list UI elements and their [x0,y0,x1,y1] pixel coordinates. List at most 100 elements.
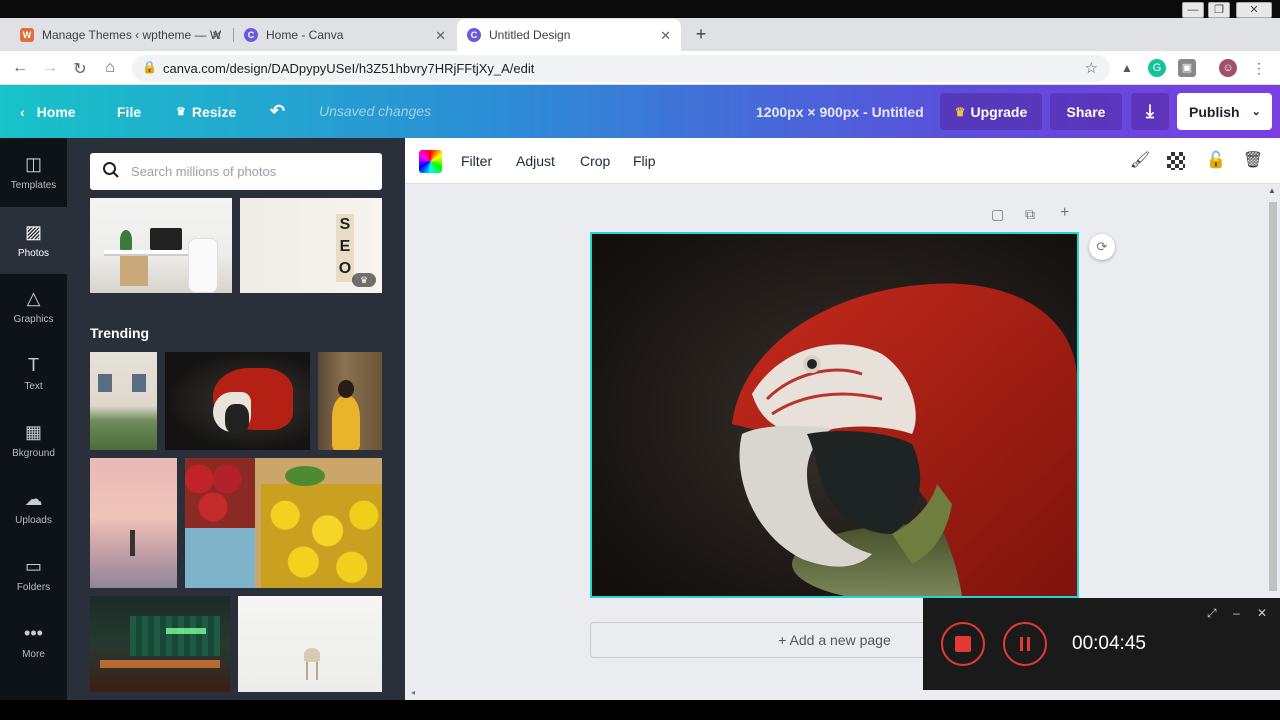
adjust-button[interactable]: Adjust [516,153,555,169]
sidebar-item-label: Text [24,380,43,392]
download-icon[interactable]: ⤓ [1131,93,1169,130]
trending-heading: Trending [90,325,150,341]
tab-title: Home - Canva [266,28,344,42]
chevron-left-icon: ‹ [20,103,25,120]
crop-button[interactable]: Crop [580,153,610,169]
tab-untitled-design[interactable]: C Untitled Design ✕ [457,19,681,51]
crown-icon: ♛ [176,106,186,118]
home-button[interactable]: ‹ Home [20,85,76,138]
rotate-icon[interactable]: ⟳ [1089,234,1115,260]
trash-icon[interactable]: 🗑 [1242,150,1264,172]
photo-thumbnail-woman[interactable] [318,352,382,450]
scroll-left-icon[interactable]: ◂ [411,688,415,697]
new-tab-button[interactable]: + [690,23,712,45]
file-label: File [117,103,142,120]
text-icon: T [28,354,39,375]
photo-thumbnail-market[interactable] [185,458,382,588]
resize-label: Resize [191,103,237,120]
photo-thumbnail-beach[interactable] [90,458,177,588]
close-icon[interactable]: ✕ [1257,606,1267,620]
extension-icon[interactable]: ▲ [1118,59,1136,77]
crown-icon: ♛ [352,273,376,287]
minimize-icon[interactable]: – [1233,606,1240,620]
photo-thumbnail-parrot[interactable] [165,352,310,450]
canva-header: ‹ Home File ♛ Resize ↶ Unsaved changes 1… [0,85,1280,138]
sidebar-item-background[interactable]: ▦ Bkground [0,408,67,472]
home-icon[interactable]: ⌂ [100,59,120,77]
close-icon[interactable]: ✕ [435,28,446,44]
sidebar-item-photos[interactable]: ▨ Photos [0,207,67,274]
close-window-button[interactable]: ✕ [1236,2,1272,18]
sidebar-item-folders[interactable]: ▭ Folders [0,542,67,606]
expand-icon[interactable]: ⤢ [1207,606,1217,621]
vertical-scrollbar[interactable]: ▲ [1268,186,1278,592]
grammarly-icon[interactable]: G [1148,59,1166,77]
canvas-parrot-image[interactable] [590,232,1079,598]
address-bar-row: ← → ↻ ⌂ 🔒 canva.com/design/DADpypyUSeI/h… [0,51,1280,85]
sidebar-item-uploads[interactable]: ☁ Uploads [0,475,67,539]
sidebar-item-label: Bkground [12,447,55,459]
background-icon: ▦ [24,421,42,442]
browser-tab-strip: W Manage Themes ‹ wptheme — W ✕ C Home -… [0,18,1280,51]
search-placeholder: Search millions of photos [131,164,277,179]
photo-thumbnail-chair[interactable] [238,596,382,692]
transparency-icon[interactable] [1167,152,1185,170]
color-picker-icon[interactable] [419,150,442,173]
back-icon[interactable]: ← [10,59,30,77]
close-icon[interactable]: ✕ [660,28,671,44]
reload-icon[interactable]: ↻ [70,59,90,79]
resize-button[interactable]: ♛ Resize [176,85,236,138]
photo-search-input[interactable]: Search millions of photos [90,153,382,190]
lock-icon[interactable]: 🔓 [1205,150,1227,172]
wordpress-icon: W [20,28,34,42]
page-notes-icon[interactable]: ▢ [991,206,1004,223]
sidebar-item-more[interactable]: ••• More [0,609,67,673]
undo-icon[interactable]: ↶ [270,85,285,138]
duplicate-page-icon[interactable]: ⧉ [1025,206,1035,223]
horizontal-scrollbar[interactable]: ◂ [405,688,923,700]
close-icon[interactable]: ✕ [211,28,222,44]
flip-button[interactable]: Flip [633,153,656,169]
add-page-icon[interactable]: + [1060,204,1069,222]
profile-avatar[interactable]: ☺ [1219,59,1237,77]
sidebar-item-text[interactable]: T Text [0,341,67,405]
left-sidebar: ◫ Templates ▨ Photos △ Graphics T Text ▦… [0,138,67,700]
file-menu-button[interactable]: File [117,85,141,138]
sidebar-item-label: Graphics [13,313,54,325]
pause-icon [1020,637,1030,651]
filter-button[interactable]: Filter [461,153,492,169]
photo-thumbnail-seo[interactable]: S E O ♛ [240,198,382,293]
sidebar-item-templates[interactable]: ◫ Templates [0,140,67,204]
tab-home-canva[interactable]: C Home - Canva ✕ [234,19,456,51]
pause-recording-button[interactable] [1003,622,1047,666]
share-button[interactable]: Share [1050,93,1122,130]
photo-thumbnail-restaurant[interactable] [90,596,230,692]
minimize-window-button[interactable]: — [1182,2,1204,18]
url-bar[interactable]: 🔒 canva.com/design/DADpypyUSeI/h3Z51hbvr… [132,55,1110,82]
lock-icon: 🔒 [142,60,157,74]
paint-roller-icon[interactable]: 🖌 [1129,150,1151,172]
extension-icon[interactable]: ▣ [1178,59,1196,77]
scrollbar-thumb[interactable] [1269,202,1277,591]
browser-menu-icon[interactable]: ⋮ [1250,59,1268,77]
forward-icon[interactable]: → [40,59,60,77]
graphics-icon: △ [26,287,41,308]
publish-label: Publish [1189,103,1240,120]
scroll-up-icon[interactable]: ▲ [1268,186,1276,195]
publish-button[interactable]: Publish ⌄ [1177,93,1272,130]
parrot-image [592,234,1077,596]
bookmark-star-icon[interactable]: ☆ [1085,59,1098,77]
design-dimensions[interactable]: 1200px × 900px - Untitled [756,104,924,120]
photo-thumbnail-building[interactable] [90,352,157,450]
url-text: canva.com/design/DADpypyUSeI/h3Z51hbvry7… [163,61,535,76]
tab-manage-themes[interactable]: W Manage Themes ‹ wptheme — W ✕ [10,19,232,51]
stop-icon [955,636,971,652]
stop-recording-button[interactable] [941,622,985,666]
sidebar-item-graphics[interactable]: △ Graphics [0,274,67,338]
sidebar-item-label: Folders [16,581,51,593]
maximize-window-button[interactable]: ❐ [1208,2,1230,18]
photos-panel: Search millions of photos S E O ♛ Trendi… [67,138,405,700]
photo-thumbnail-desk[interactable] [90,198,232,293]
unsaved-status: Unsaved changes [319,103,432,119]
upgrade-button[interactable]: ♛ Upgrade [940,93,1042,130]
